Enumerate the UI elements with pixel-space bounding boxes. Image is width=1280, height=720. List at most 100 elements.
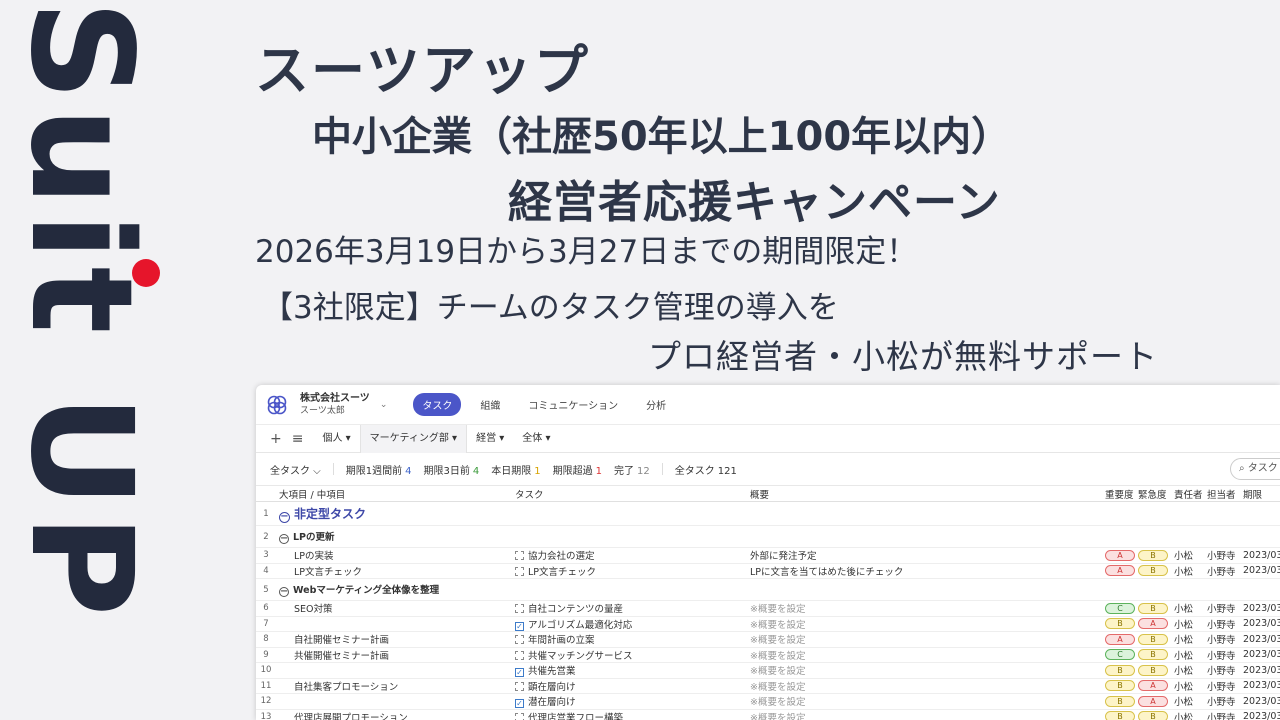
owner-cell[interactable]: 小松 (1171, 693, 1204, 710)
owner-cell[interactable]: 小松 (1171, 647, 1204, 663)
summary-cell[interactable]: ※概要を設定 (747, 631, 1102, 648)
filter-week[interactable]: 期限1週間前 4 (346, 462, 412, 477)
collapse-icon[interactable]: − (279, 587, 289, 597)
table-row[interactable]: 9 共催開催セミナー計画 共催マッチングサービス ※概要を設定 C B 小松 小野寺 2023/… (256, 647, 1280, 663)
due-cell[interactable]: 2023/03 (1240, 600, 1280, 617)
assignee-cell[interactable]: 小野寺 (1204, 563, 1240, 579)
filter-all-dropdown[interactable]: 全タスク ⌵ (270, 462, 321, 477)
filter-overdue[interactable]: 期限超過 1 (553, 462, 602, 477)
task-cell[interactable]: ✓ アルゴリズム最適化対応 (512, 616, 747, 632)
category-cell[interactable] (276, 693, 512, 710)
category-cell[interactable]: 自社集客プロモーション (276, 678, 512, 694)
group-tab-management[interactable]: 経営 ▾ (467, 425, 513, 453)
category-cell[interactable]: 代理店展開プロモーション (276, 709, 512, 720)
summary-cell[interactable]: ※概要を設定 (747, 616, 1102, 632)
assignee-cell[interactable]: 小野寺 (1204, 662, 1240, 679)
filter-done[interactable]: 完了 12 (614, 462, 650, 477)
category-cell[interactable]: 自社開催セミナー計画 (276, 631, 512, 648)
task-checkbox[interactable]: ✓ (515, 621, 524, 631)
importance-badge[interactable]: B (1105, 711, 1135, 720)
importance-badge[interactable]: B (1105, 695, 1135, 707)
task-checkbox[interactable]: ✓ (515, 668, 524, 678)
collapse-icon[interactable]: − (279, 511, 290, 523)
assignee-cell[interactable]: 小野寺 (1204, 647, 1240, 663)
summary-cell[interactable]: ※概要を設定 (747, 693, 1102, 710)
task-cell[interactable]: ✓ 共催先営業 (512, 662, 747, 679)
due-cell[interactable]: 2023/03 (1240, 678, 1280, 694)
due-cell[interactable]: 2023/03 (1240, 693, 1280, 710)
category-cell[interactable] (276, 616, 512, 632)
category-cell[interactable]: 共催開催セミナー計画 (276, 647, 512, 663)
group-tab-marketing[interactable]: マーケティング部 ▾ (359, 424, 468, 453)
due-cell[interactable]: 2023/03 (1240, 547, 1280, 564)
due-cell[interactable]: 2023/03 (1240, 709, 1280, 720)
summary-cell[interactable]: 外部に発注予定 (747, 547, 1102, 564)
summary-cell[interactable]: ※概要を設定 (747, 678, 1102, 694)
owner-cell[interactable]: 小松 (1171, 616, 1204, 632)
table-row[interactable]: 11 自社集客プロモーション 顕在層向け ※概要を設定 B A 小松 小野寺 2023/03 (256, 678, 1280, 694)
category-cell[interactable]: LP文言チェック (276, 563, 512, 579)
task-cell[interactable]: ✓ 潜在層向け (512, 693, 747, 710)
importance-badge[interactable]: A (1105, 633, 1135, 645)
assignee-cell[interactable]: 小野寺 (1204, 709, 1240, 720)
task-cell[interactable]: LP文言チェック (512, 563, 747, 579)
owner-cell[interactable]: 小松 (1171, 547, 1204, 564)
col-task[interactable]: タスク (512, 485, 747, 502)
nav-tab-task[interactable]: タスク (413, 393, 462, 416)
importance-badge[interactable]: A (1105, 565, 1135, 577)
owner-cell[interactable]: 小松 (1171, 563, 1204, 579)
col-due[interactable]: 期限 (1240, 485, 1280, 502)
importance-badge[interactable]: C (1105, 649, 1135, 661)
col-importance[interactable]: 重要度 (1102, 485, 1135, 502)
assignee-cell[interactable]: 小野寺 (1204, 600, 1240, 617)
owner-cell[interactable]: 小松 (1171, 678, 1204, 694)
assignee-cell[interactable]: 小野寺 (1204, 631, 1240, 648)
col-owner[interactable]: 責任者 (1171, 485, 1204, 502)
nav-tab-organization[interactable]: 組織 (471, 393, 509, 416)
table-row[interactable]: 12 ✓ 潜在層向け ※概要を設定 B A 小松 小野寺 2023/03 (256, 693, 1280, 710)
task-cell[interactable]: 共催マッチングサービス (512, 647, 747, 663)
col-summary[interactable]: 概要 (747, 485, 1102, 502)
chevron-down-icon[interactable]: ⌄ (380, 400, 388, 410)
owner-cell[interactable]: 小松 (1171, 709, 1204, 720)
urgency-badge[interactable]: B (1138, 549, 1168, 561)
urgency-badge[interactable]: A (1138, 618, 1168, 630)
owner-cell[interactable]: 小松 (1171, 662, 1204, 679)
urgency-badge[interactable]: A (1138, 680, 1168, 692)
section-row[interactable]: 5 − Webマーケティング全体像を整理 (256, 578, 1280, 601)
urgency-badge[interactable]: B (1138, 633, 1168, 645)
urgency-badge[interactable]: B (1138, 711, 1168, 720)
col-assignee[interactable]: 担当者 (1204, 485, 1240, 502)
nav-tab-analysis[interactable]: 分析 (637, 393, 675, 416)
owner-cell[interactable]: 小松 (1171, 600, 1204, 617)
task-checkbox[interactable]: ✓ (515, 699, 524, 709)
assignee-cell[interactable]: 小野寺 (1204, 616, 1240, 632)
table-row[interactable]: 4 LP文言チェック LP文言チェック LPに文言を当てはめた後にチェック A B 小松 小野… (256, 563, 1280, 579)
due-cell[interactable]: 2023/03 (1240, 647, 1280, 663)
task-cell[interactable]: 年間計画の立案 (512, 631, 747, 648)
table-row[interactable]: 3 LPの実装 協力会社の選定 外部に発注予定 A B 小松 小野寺 2023/03 (256, 547, 1280, 564)
importance-badge[interactable]: B (1105, 618, 1135, 630)
task-checkbox[interactable] (515, 712, 524, 720)
summary-cell[interactable]: LPに文言を当てはめた後にチェック (747, 563, 1102, 579)
task-cell[interactable]: 協力会社の選定 (512, 547, 747, 564)
group-tab-all[interactable]: 全体 ▾ (513, 425, 559, 453)
section-row[interactable]: 2 − LPの更新 (256, 525, 1280, 548)
summary-cell[interactable]: ※概要を設定 (747, 662, 1102, 679)
summary-cell[interactable]: ※概要を設定 (747, 709, 1102, 720)
filter-total[interactable]: 全タスク 121 (675, 462, 737, 477)
add-icon[interactable]: + (270, 431, 282, 447)
due-cell[interactable]: 2023/03 (1240, 662, 1280, 679)
filter-today[interactable]: 本日期限 1 (491, 462, 540, 477)
importance-badge[interactable]: B (1105, 680, 1135, 692)
task-checkbox[interactable] (515, 566, 524, 576)
due-cell[interactable]: 2023/03 (1240, 563, 1280, 579)
task-checkbox[interactable] (515, 650, 524, 660)
summary-cell[interactable]: ※概要を設定 (747, 600, 1102, 617)
collapse-icon[interactable]: − (279, 534, 289, 544)
assignee-cell[interactable]: 小野寺 (1204, 547, 1240, 564)
table-row[interactable]: 7 ✓ アルゴリズム最適化対応 ※概要を設定 B A 小松 小野寺 2023/03 (256, 616, 1280, 632)
col-urgency[interactable]: 緊急度 (1135, 485, 1171, 502)
table-row[interactable]: 13 代理店展開プロモーション 代理店営業フロー構築 ※概要を設定 B B 小松 小野寺 202… (256, 709, 1280, 720)
filter-three-days[interactable]: 期限3日前 4 (424, 462, 480, 477)
